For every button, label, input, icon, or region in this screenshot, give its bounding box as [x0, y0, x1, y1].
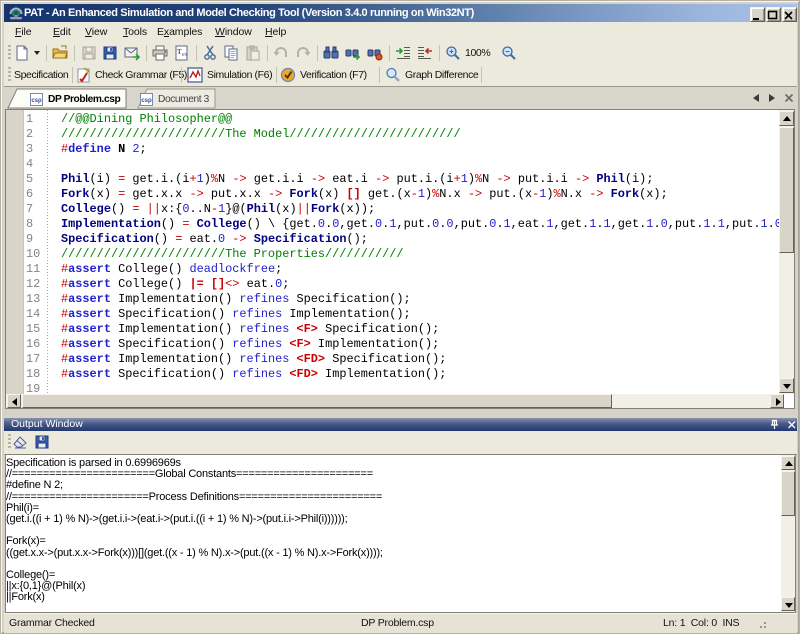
svg-text:ex: ex	[182, 52, 188, 58]
svg-text:csp: csp	[141, 98, 152, 104]
svg-text:csp: csp	[31, 98, 42, 104]
